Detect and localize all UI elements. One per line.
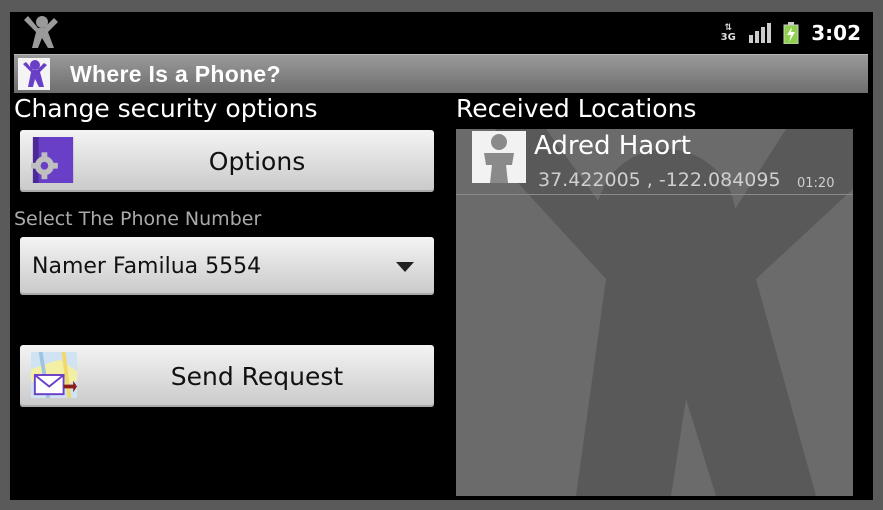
status-time: 3:02 bbox=[811, 21, 861, 45]
map-envelope-icon bbox=[31, 352, 77, 398]
battery-charging-icon bbox=[783, 22, 799, 44]
options-gear-icon bbox=[31, 137, 74, 183]
phone-number-selected: Namer Familua 5554 bbox=[32, 253, 262, 279]
app-title-bar: Where Is a Phone? bbox=[14, 54, 868, 93]
contact-avatar-icon bbox=[472, 131, 526, 183]
status-bar: ⇅ 3G 3:02 bbox=[10, 12, 873, 54]
phone-screen: ⇅ 3G 3:02 Where Is a Phone? Change secur… bbox=[10, 12, 873, 500]
phone-select-label: Select The Phone Number bbox=[14, 208, 262, 230]
network-3g-icon: ⇅ 3G bbox=[720, 23, 736, 43]
send-request-button[interactable]: Send Request bbox=[20, 345, 434, 407]
signal-icon bbox=[749, 23, 772, 43]
app-title: Where Is a Phone? bbox=[70, 61, 281, 87]
status-icons: ⇅ 3G 3:02 bbox=[719, 20, 861, 46]
phone-number-select[interactable]: Namer Familua 5554 bbox=[20, 237, 434, 295]
dropdown-arrow-icon bbox=[396, 262, 414, 272]
security-heading: Change security options bbox=[14, 94, 318, 123]
location-coordinates: 37.422005 , -122.084095 bbox=[538, 169, 781, 191]
location-contact-name: Adred Haort bbox=[534, 131, 691, 161]
send-request-label: Send Request bbox=[170, 361, 344, 391]
location-list-item[interactable]: Adred Haort 37.422005 , -122.084095 01:2… bbox=[456, 129, 853, 195]
options-button-label: Options bbox=[208, 146, 306, 176]
options-button[interactable]: Options bbox=[20, 130, 434, 192]
app-notification-icon bbox=[24, 16, 58, 48]
received-locations-heading: Received Locations bbox=[456, 94, 697, 123]
received-locations-list[interactable]: Adred Haort 37.422005 , -122.084095 01:2… bbox=[456, 129, 853, 496]
location-timestamp: 01:20 bbox=[797, 176, 835, 191]
app-person-icon bbox=[18, 58, 50, 90]
